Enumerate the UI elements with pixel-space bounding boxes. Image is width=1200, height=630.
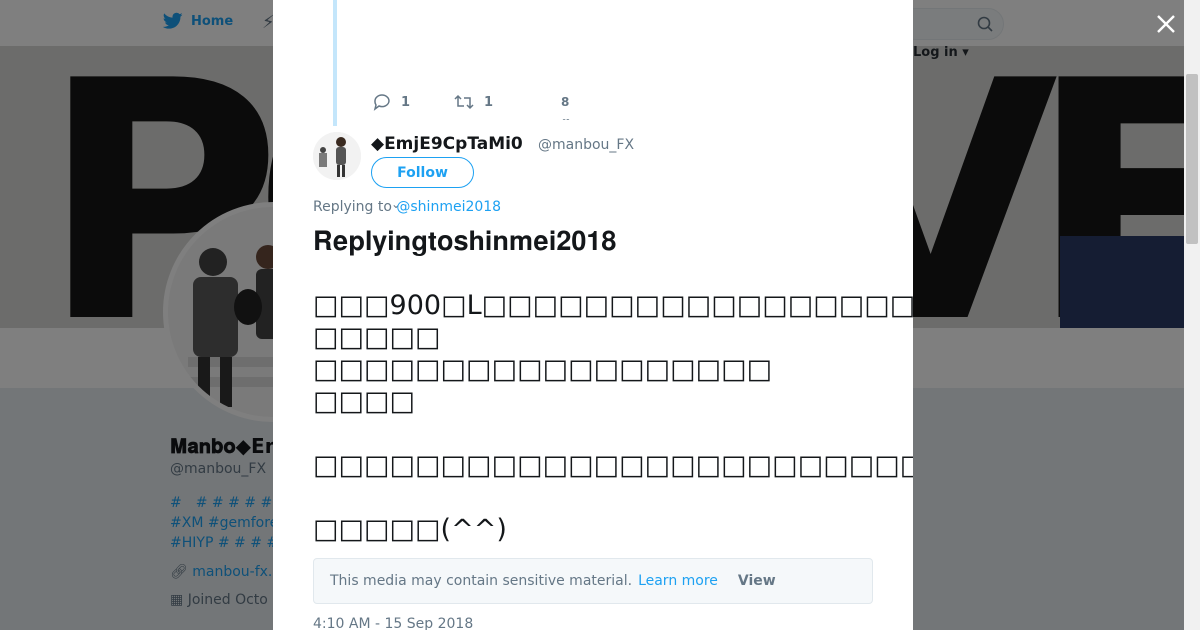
login-link[interactable]: Log in ▾ xyxy=(913,45,969,60)
retweet-icon xyxy=(454,94,474,110)
like-label-cut: ∞ xyxy=(561,114,571,120)
tweet-text: 𝐑𝐞𝐩𝐥𝐲𝐢𝐧𝐠𝐭𝐨𝐬𝐡𝐢𝐧𝐦𝐞𝐢𝟐𝟎𝟏𝟖 □□□900□L□□□□□□□□□□… xyxy=(313,226,913,545)
tweet-author-avatar[interactable] xyxy=(313,132,361,180)
reply-button[interactable]: 1 xyxy=(373,93,410,111)
tweet-author-handle[interactable]: @manbou_FX xyxy=(538,137,634,153)
scrollbar-thumb[interactable] xyxy=(1186,74,1198,244)
author-avatar-image xyxy=(313,132,361,180)
learn-more-link[interactable]: Learn more xyxy=(638,573,718,589)
view-button[interactable]: View xyxy=(738,573,776,589)
tweet-actions: 1 1 xyxy=(373,93,537,111)
tweet-modal: 1 1 8 ∞ ◆EmjE9CpTaMi0 @manbou_FX Follow … xyxy=(273,0,913,630)
retweet-button[interactable]: 1 xyxy=(454,94,493,110)
follow-button[interactable]: Follow xyxy=(371,157,474,188)
reply-count: 1 xyxy=(401,94,411,110)
reply-icon xyxy=(373,94,390,111)
retweet-count: 1 xyxy=(484,94,494,110)
replying-prefix: Replying to xyxy=(313,199,392,215)
tweet-timestamp[interactable]: 4:10 AM - 15 Sep 2018 xyxy=(313,616,473,630)
sensitive-media-notice: This media may contain sensitive materia… xyxy=(313,558,873,604)
media-warning-text: This media may contain sensitive materia… xyxy=(330,573,633,589)
replying-mention[interactable]: @shinmei2018 xyxy=(396,199,501,215)
close-icon[interactable] xyxy=(1152,10,1180,38)
like-count[interactable]: 8 xyxy=(561,95,569,109)
page-scrollbar[interactable] xyxy=(1184,0,1200,630)
tweet-author-name[interactable]: ◆EmjE9CpTaMi0 xyxy=(371,134,523,154)
replying-to: Replying to @shinmei2018 xyxy=(313,199,501,215)
thread-connector xyxy=(333,0,337,126)
